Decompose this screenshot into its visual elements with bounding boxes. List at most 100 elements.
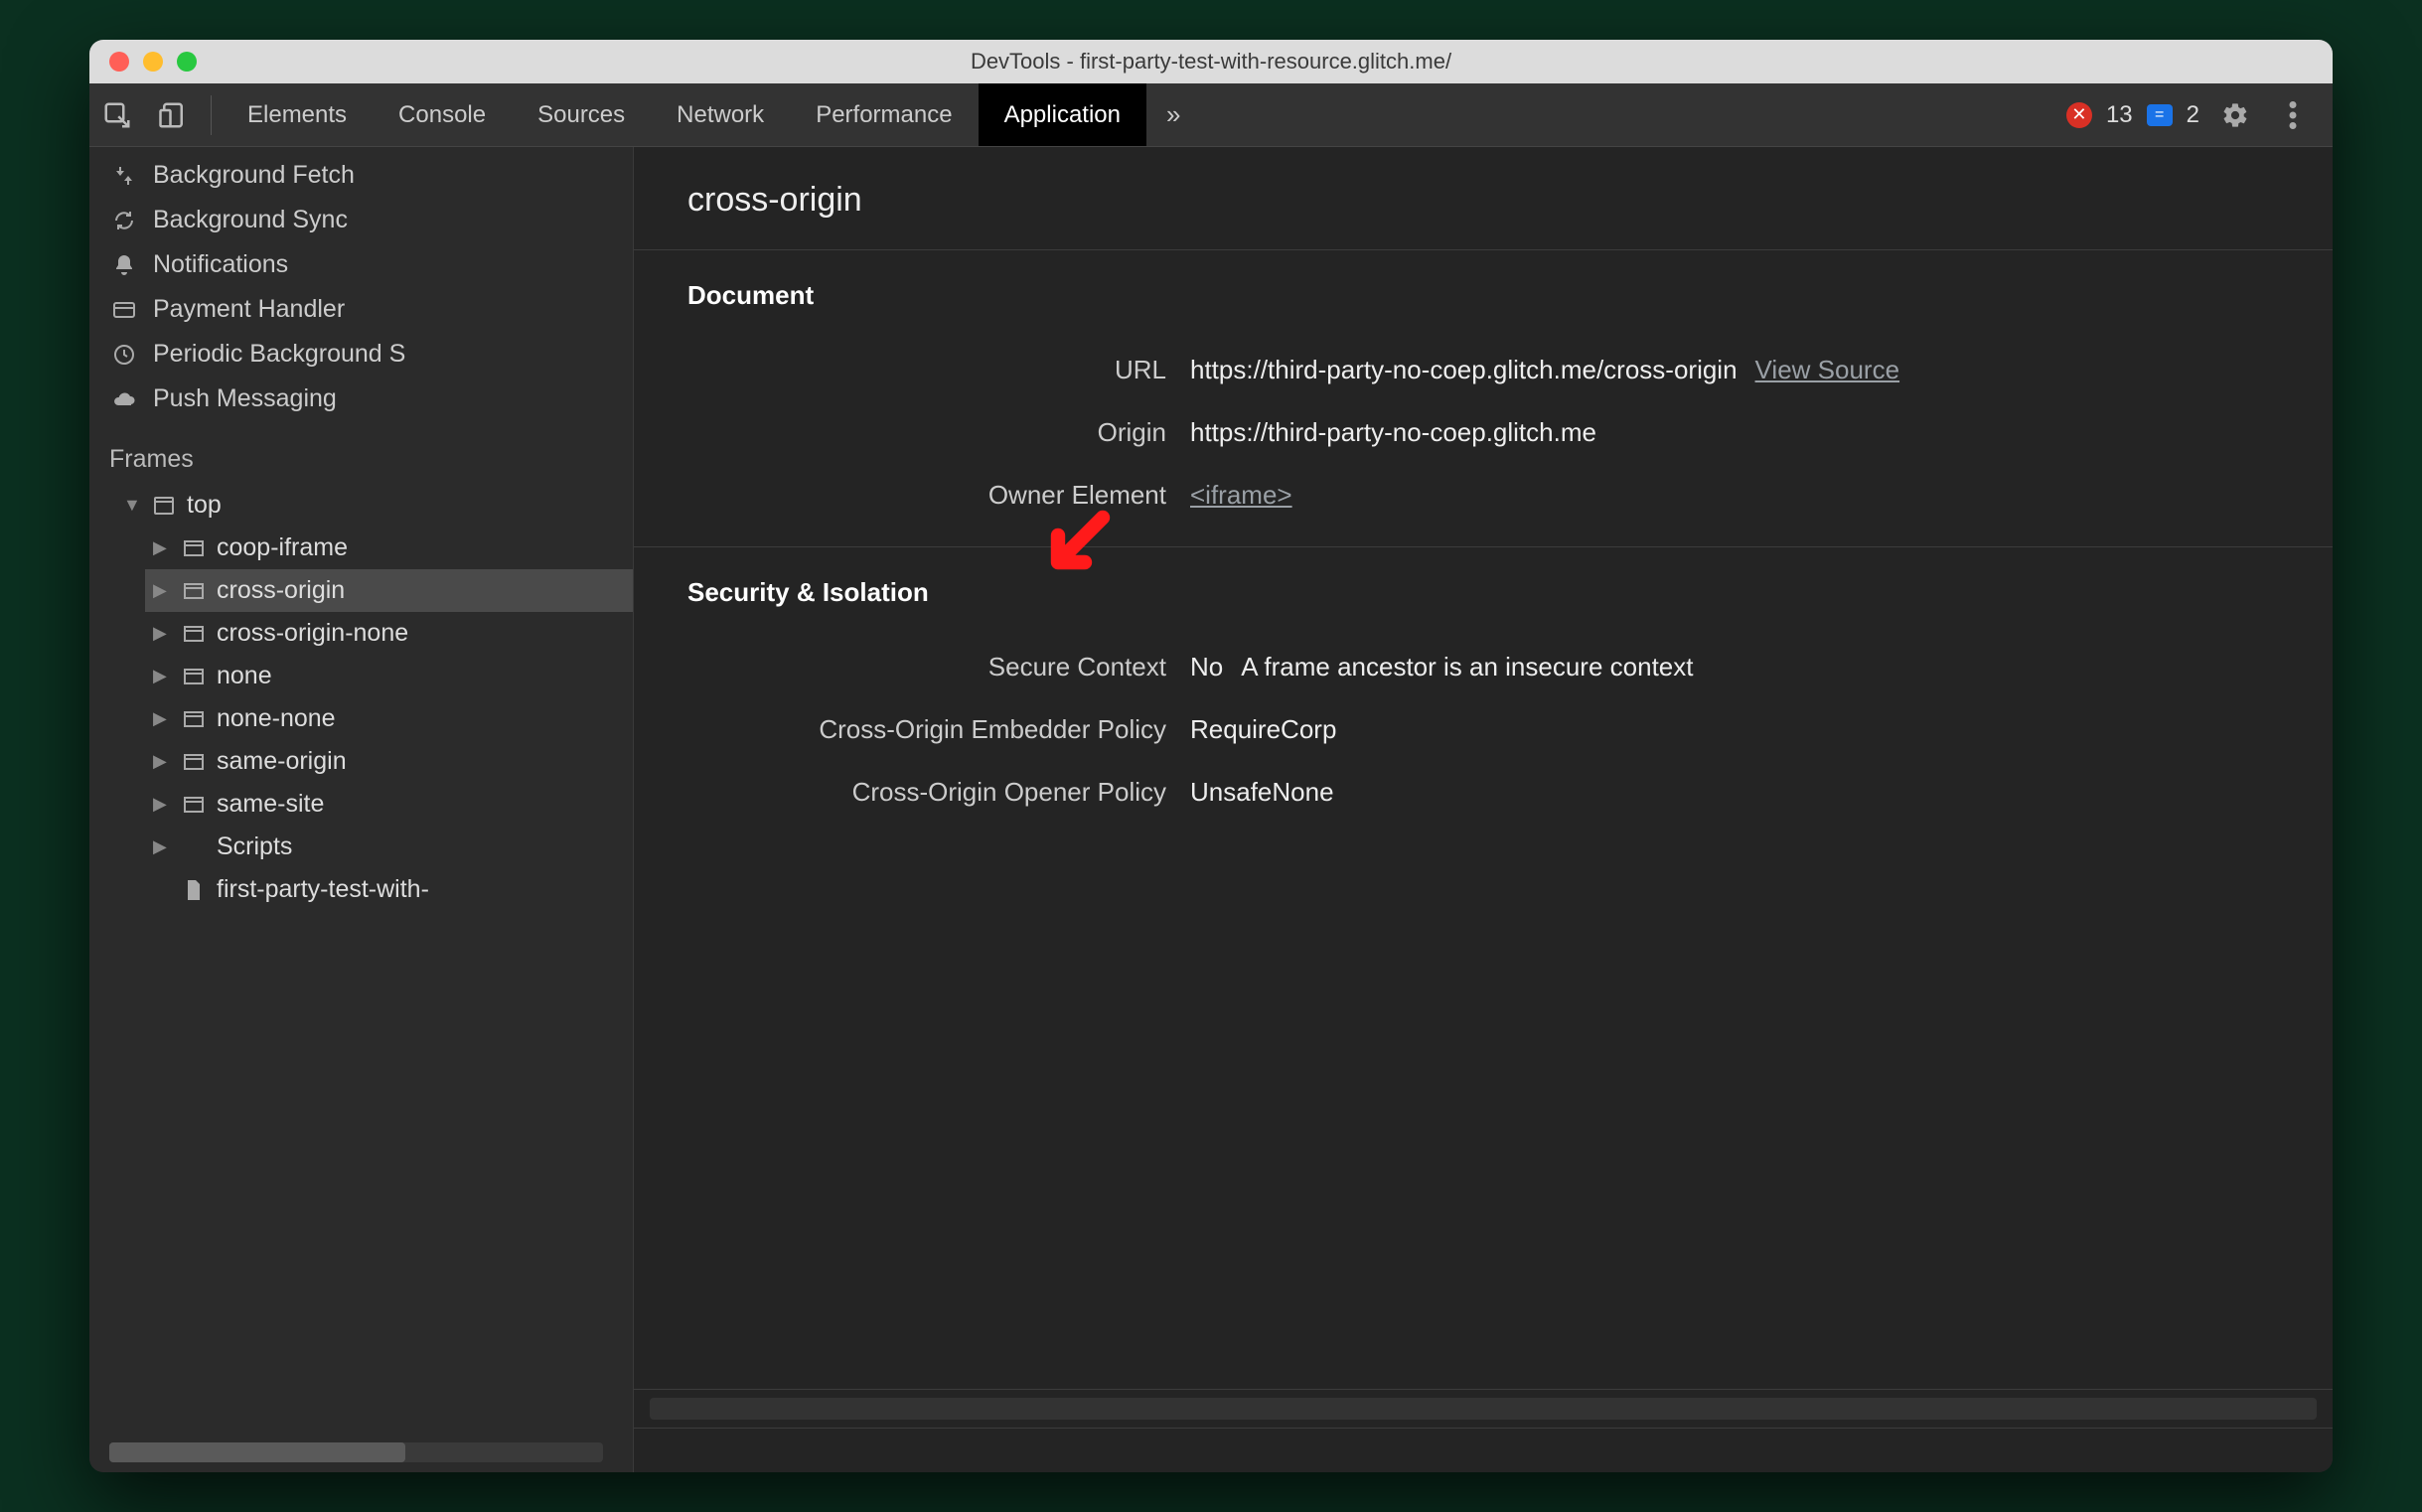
info-badge-icon[interactable]: = — [2147, 104, 2173, 126]
kv-row-url: URL https://third-party-no-coep.glitch.m… — [634, 339, 2333, 401]
frame-icon — [181, 623, 207, 645]
tab-console[interactable]: Console — [373, 83, 512, 146]
clock-icon — [109, 343, 139, 367]
error-badge-icon[interactable]: ✕ — [2066, 102, 2092, 128]
tree-node-selected[interactable]: ▶ cross-origin — [145, 569, 633, 612]
sidebar-item-background-fetch[interactable]: Background Fetch — [89, 153, 633, 198]
tree-node-label: none — [217, 662, 272, 690]
tree-node-scripts[interactable]: ▶ Scripts — [145, 826, 633, 868]
section-heading: Document — [634, 280, 2333, 311]
bell-icon — [109, 253, 139, 277]
tree-node-label: first-party-test-with- — [217, 875, 429, 904]
frame-detail-panel: cross-origin Document URL https://third-… — [634, 147, 2333, 1472]
tree-children: ▶ coop-iframe ▶ cross-origin ▶ cross-ori… — [115, 527, 633, 911]
kv-value: UnsafeNone — [1190, 777, 1334, 808]
tree-node-file[interactable]: first-party-test-with- — [145, 868, 633, 911]
section-heading: Security & Isolation — [634, 577, 2333, 608]
sidebar-item-push-messaging[interactable]: Push Messaging — [89, 377, 633, 421]
settings-gear-icon[interactable] — [2213, 101, 2257, 129]
chevron-right-icon: ▶ — [153, 836, 171, 857]
tree-node-label: cross-origin-none — [217, 619, 408, 648]
frames-section-header: Frames — [89, 421, 633, 484]
tab-performance[interactable]: Performance — [790, 83, 978, 146]
chevron-right-icon: ▶ — [153, 580, 171, 601]
scrollbar-track[interactable] — [650, 1398, 2317, 1420]
sidebar-item-label: Background Fetch — [153, 161, 355, 190]
kv-extra: A frame ancestor is an insecure context — [1241, 652, 1693, 682]
titlebar: DevTools - first-party-test-with-resourc… — [89, 40, 2333, 83]
error-count: 13 — [2106, 101, 2133, 129]
tree-node[interactable]: ▶ cross-origin-none — [145, 612, 633, 655]
more-tabs-button[interactable]: » — [1146, 99, 1200, 130]
security-isolation-section: Security & Isolation Secure Context No A… — [634, 546, 2333, 843]
kv-key: Origin — [634, 417, 1190, 448]
frame-icon — [181, 580, 207, 602]
toolbar-right: ✕ 13 = 2 — [2066, 101, 2333, 129]
tree-node[interactable]: ▶ none-none — [145, 697, 633, 740]
chevron-right-icon: ▶ — [153, 794, 171, 815]
scrollbar-thumb[interactable] — [109, 1442, 405, 1462]
panel-body: Background Fetch Background Sync Notific… — [89, 147, 2333, 1472]
kv-key: URL — [634, 355, 1190, 385]
frames-tree: ▼ top ▶ coop-iframe ▶ cross-origin — [89, 484, 633, 911]
frame-icon — [181, 537, 207, 559]
tree-node[interactable]: ▶ none — [145, 655, 633, 697]
kv-row-coop: Cross-Origin Opener Policy UnsafeNone — [634, 761, 2333, 824]
file-icon — [181, 878, 207, 902]
view-source-link[interactable]: View Source — [1755, 355, 1900, 385]
tree-node-label: coop-iframe — [217, 533, 348, 562]
tab-sources[interactable]: Sources — [512, 83, 651, 146]
tree-node[interactable]: ▶ same-origin — [145, 740, 633, 783]
credit-card-icon — [109, 298, 139, 322]
sidebar-item-background-sync[interactable]: Background Sync — [89, 198, 633, 242]
frame-icon — [181, 708, 207, 730]
kv-value: https://third-party-no-coep.glitch.me/cr… — [1190, 355, 1738, 385]
sidebar-item-label: Background Sync — [153, 206, 348, 234]
chevron-right-icon: ▶ — [153, 666, 171, 686]
kv-key: Cross-Origin Embedder Policy — [634, 714, 1190, 745]
sidebar-item-payment-handler[interactable]: Payment Handler — [89, 287, 633, 332]
frame-title: cross-origin — [634, 147, 2333, 249]
kv-row-secure-context: Secure Context No A frame ancestor is an… — [634, 636, 2333, 698]
sidebar-item-label: Push Messaging — [153, 384, 337, 413]
frame-icon — [181, 751, 207, 773]
chevron-right-icon: ▶ — [153, 537, 171, 558]
device-toolbar-icon[interactable] — [145, 83, 201, 146]
sidebar-horizontal-scrollbar[interactable] — [109, 1442, 603, 1462]
tree-node-top[interactable]: ▼ top — [115, 484, 633, 527]
devtools-window: DevTools - first-party-test-with-resourc… — [89, 40, 2333, 1472]
tab-application[interactable]: Application — [979, 83, 1146, 146]
tab-elements[interactable]: Elements — [222, 83, 373, 146]
sidebar-item-notifications[interactable]: Notifications — [89, 242, 633, 287]
annotation-arrow-icon — [1031, 500, 1121, 589]
tree-node[interactable]: ▶ same-site — [145, 783, 633, 826]
background-services-list: Background Fetch Background Sync Notific… — [89, 147, 633, 421]
background-sync-icon — [109, 209, 139, 232]
window-title: DevTools - first-party-test-with-resourc… — [89, 49, 2333, 75]
tab-network[interactable]: Network — [651, 83, 790, 146]
tree-node-label: same-origin — [217, 747, 347, 776]
kv-row-origin: Origin https://third-party-no-coep.glitc… — [634, 401, 2333, 464]
divider — [211, 95, 212, 135]
background-fetch-icon — [109, 164, 139, 188]
sidebar-item-label: Payment Handler — [153, 295, 345, 324]
sidebar-item-periodic-sync[interactable]: Periodic Background S — [89, 332, 633, 377]
devtools-toolbar: Elements Console Sources Network Perform… — [89, 83, 2333, 147]
owner-element-link[interactable]: <iframe> — [1190, 480, 1292, 511]
kv-value: https://third-party-no-coep.glitch.me — [1190, 417, 1596, 448]
kv-key: Secure Context — [634, 652, 1190, 682]
tree-node-label: none-none — [217, 704, 336, 733]
tree-node[interactable]: ▶ coop-iframe — [145, 527, 633, 569]
main-horizontal-scrollbar[interactable] — [634, 1389, 2333, 1429]
chevron-right-icon: ▶ — [153, 623, 171, 644]
kv-row-coep: Cross-Origin Embedder Policy RequireCorp — [634, 698, 2333, 761]
tree-node-label: top — [187, 491, 222, 520]
window-icon — [151, 495, 177, 517]
panel-tabs: Elements Console Sources Network Perform… — [222, 83, 1146, 146]
kv-key: Cross-Origin Opener Policy — [634, 777, 1190, 808]
tree-node-label: cross-origin — [217, 576, 345, 605]
tree-node-label: same-site — [217, 790, 324, 819]
kebab-menu-icon[interactable] — [2271, 101, 2315, 129]
inspect-element-icon[interactable] — [89, 83, 145, 146]
chevron-right-icon: ▶ — [153, 751, 171, 772]
